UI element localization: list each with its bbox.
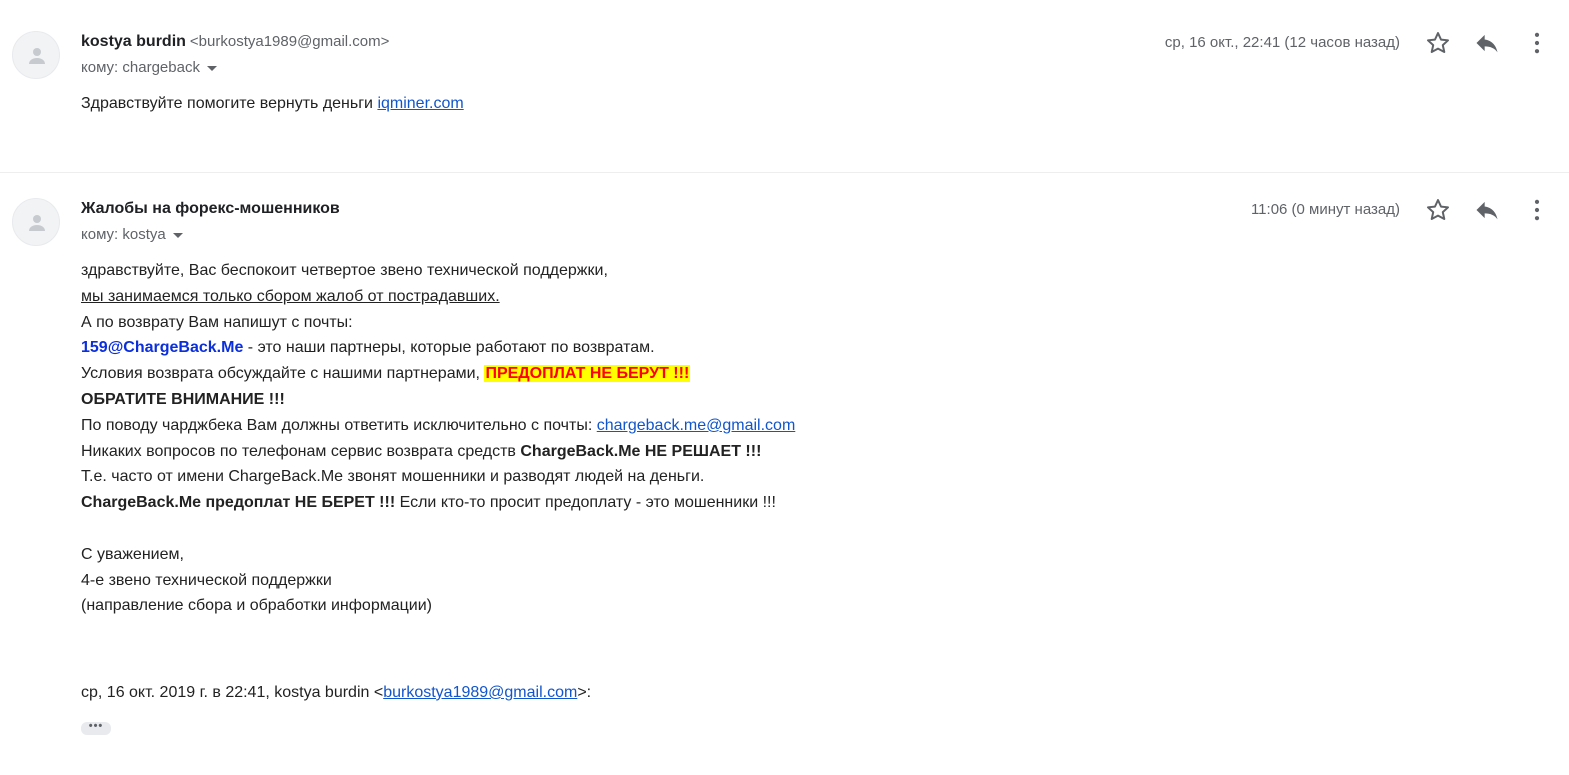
body-text: - это наши партнеры, которые работают по… <box>243 339 655 357</box>
body-text: Если кто-то просит предоплату - это моше… <box>395 494 776 512</box>
person-icon <box>29 215 45 231</box>
body-text: По поводу чарджбека Вам должны ответить … <box>81 416 597 434</box>
message-timestamp: 11:06 (0 минут назад) <box>1250 201 1400 218</box>
body-line: здравствуйте, Вас беспокоит четвертое зв… <box>81 262 608 279</box>
reply-icon[interactable] <box>1473 196 1501 224</box>
body-text: Условия возврата обсуждайте с нашими пар… <box>81 365 485 383</box>
signature-line: 4-е звено технической поддержки <box>81 571 332 589</box>
quote-suffix: >: <box>577 684 592 701</box>
sender-name[interactable]: kostya burdin <box>81 33 186 50</box>
sender-avatar[interactable] <box>12 31 60 79</box>
sender-avatar[interactable] <box>12 198 60 246</box>
body-text: Здравствуйте помогите вернуть деньги <box>81 95 378 112</box>
bold-text: ChargeBack.Me предоплат НЕ БЕРЕТ !!! <box>81 494 396 512</box>
chevron-down-icon[interactable] <box>172 232 183 238</box>
quoted-header: ср, 16 окт. 2019 г. в 22:41, kostya burd… <box>81 680 591 706</box>
quote-prefix: ср, 16 окт. 2019 г. в 22:41, kostya burd… <box>81 684 384 701</box>
body-line: Т.е. часто от имени ChargeBack.Me звонят… <box>81 468 705 486</box>
recipient-details[interactable]: кому: chargeback <box>81 59 217 76</box>
message-body: здравствуйте, Вас беспокоит четвертое зв… <box>81 258 795 619</box>
signature-line: С уважением, <box>81 545 184 563</box>
body-line: А по возврату Вам напишут с почты: <box>81 313 353 331</box>
more-vert-icon[interactable] <box>1523 196 1551 224</box>
body-link[interactable]: iqminer.com <box>377 95 463 112</box>
recipient-label: кому: chargeback <box>81 59 200 76</box>
bold-text: ChargeBack.Me НЕ РЕШАЕТ !!! <box>520 442 762 460</box>
show-trimmed-content-button[interactable]: ••• <box>81 721 111 735</box>
body-text: Никаких вопросов по телефонам сервис воз… <box>81 442 521 460</box>
message-timestamp: ср, 16 окт., 22:41 (12 часов назад) <box>1164 34 1400 51</box>
sender-email: <burkostya1989@gmail.com> <box>189 33 390 50</box>
star-icon[interactable] <box>1424 196 1452 224</box>
message-divider <box>0 172 1569 173</box>
recipient-details[interactable]: кому: kostya <box>81 226 183 243</box>
recipient-label: кому: kostya <box>81 226 166 243</box>
body-line: мы занимаемся только сбором жалоб от пос… <box>81 287 500 305</box>
reply-icon[interactable] <box>1473 29 1501 57</box>
highlighted-warning: ПРЕДОПЛАТ НЕ БЕРУТ !!! <box>484 365 691 383</box>
person-icon <box>29 48 45 64</box>
quote-email-link[interactable]: burkostya1989@gmail.com <box>383 684 577 701</box>
partner-email: 159@ChargeBack.Me <box>81 339 244 357</box>
chargeback-email-link[interactable]: chargeback.me@gmail.com <box>597 417 796 434</box>
sender-name[interactable]: Жалобы на форекс-мошенников <box>81 200 340 217</box>
more-vert-icon[interactable] <box>1523 29 1551 57</box>
sender: kostya burdin <burkostya1989@gmail.com> <box>81 33 389 51</box>
attention-heading: ОБРАТИТЕ ВНИМАНИЕ !!! <box>81 390 285 408</box>
signature-line: (направление сбора и обработки информаци… <box>81 597 432 615</box>
message-body: Здравствуйте помогите вернуть деньги iqm… <box>81 91 464 117</box>
chevron-down-icon[interactable] <box>206 65 217 71</box>
star-icon[interactable] <box>1424 29 1452 57</box>
sender: Жалобы на форекс-мошенников <box>81 200 340 218</box>
